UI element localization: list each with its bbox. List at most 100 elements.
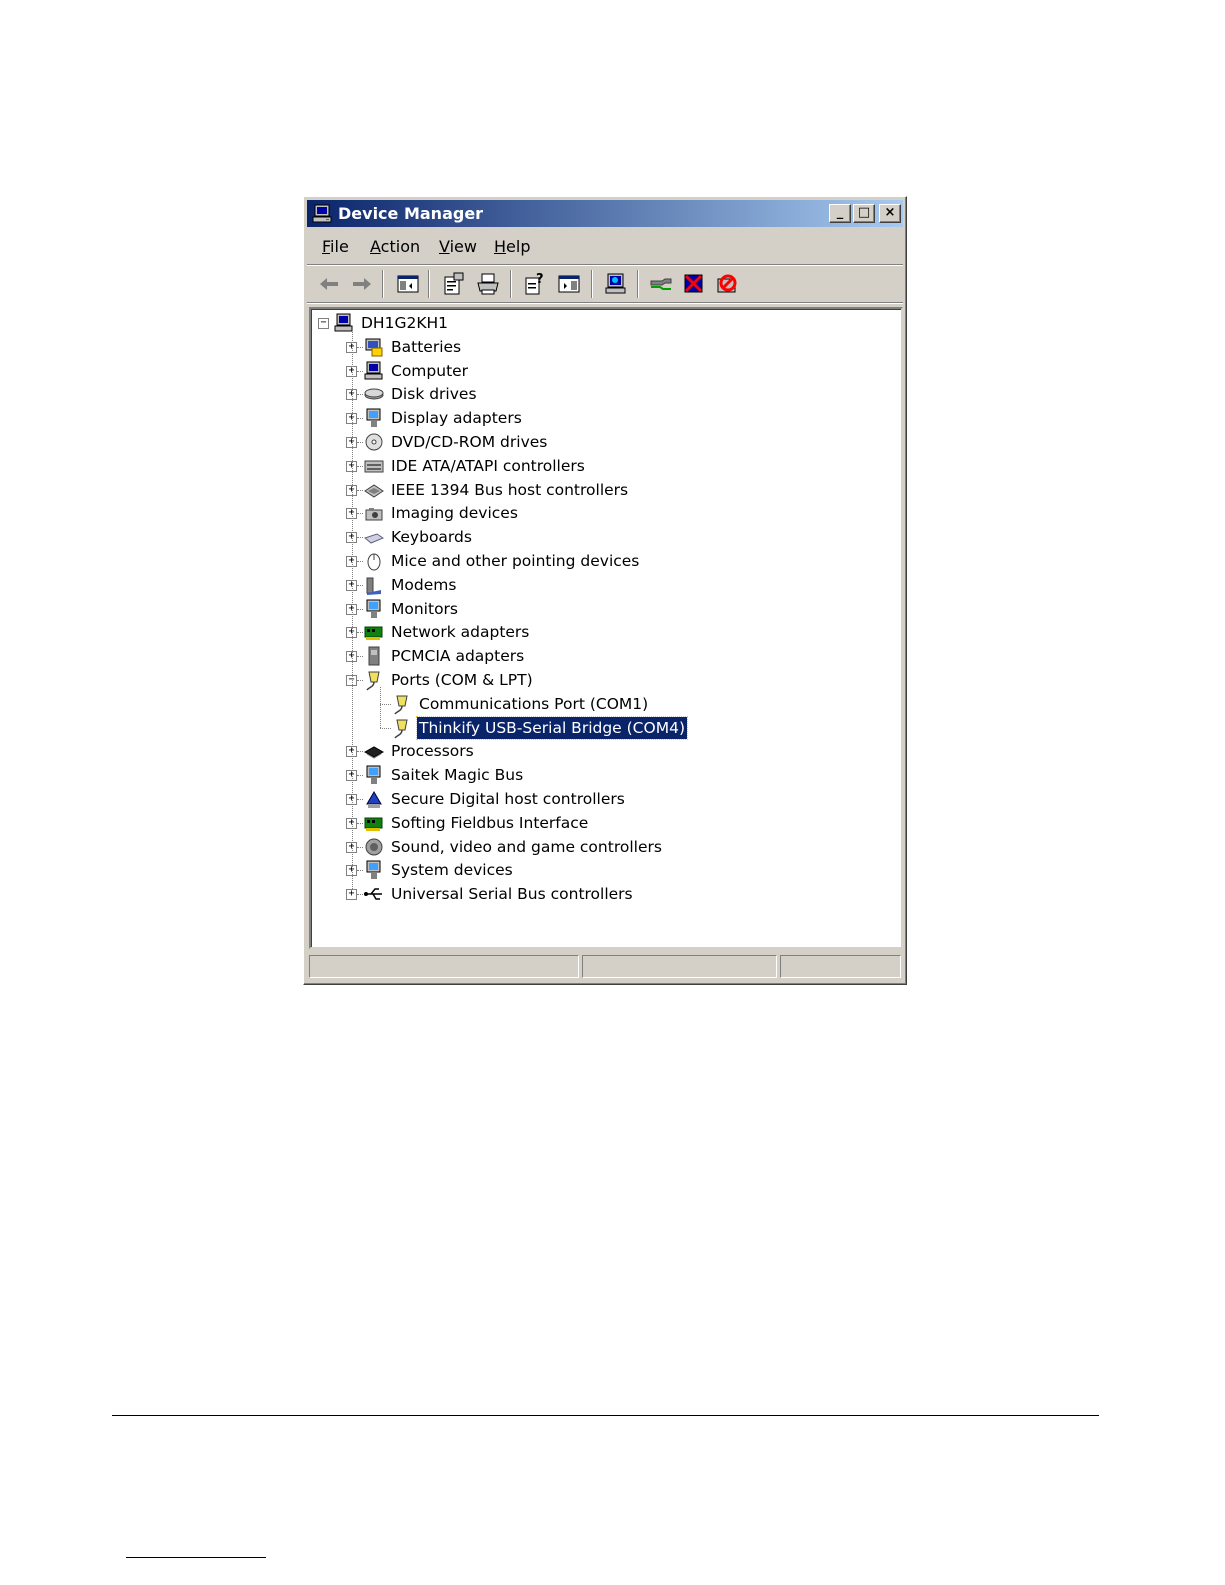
tree-category-label: Sound, video and game controllers (391, 837, 662, 856)
print-icon[interactable] (475, 271, 501, 297)
tree-category[interactable]: + Display adapters (311, 407, 901, 429)
tree-category-label: Softing Fieldbus Interface (391, 813, 589, 832)
tree-category[interactable]: − Ports (COM & LPT) (311, 669, 901, 691)
modem-icon (363, 574, 385, 596)
tree-category[interactable]: + Disk drives (311, 383, 901, 405)
system-device-icon (363, 859, 385, 881)
forward-icon[interactable] (349, 271, 375, 297)
status-panel (309, 955, 579, 978)
keyboard-icon (363, 526, 385, 548)
tree-category-label: Secure Digital host controllers (391, 790, 625, 808)
menu-file[interactable]: File (322, 237, 349, 257)
sd-controller-icon (363, 788, 385, 810)
tree-category[interactable]: + System devices (311, 859, 901, 881)
tree-category[interactable]: + Mice and other pointing devices (311, 550, 901, 572)
tree-category[interactable]: + Secure Digital host controllers (311, 788, 901, 810)
collapse-toggle[interactable]: − (318, 318, 329, 329)
tree-connector (380, 727, 391, 729)
battery-icon (363, 336, 385, 358)
tree-category[interactable]: + DVD/CD-ROM drives (311, 431, 901, 453)
menu-file-rest: ile (330, 237, 349, 256)
toolbar-separator (591, 270, 593, 298)
speaker-icon (363, 836, 385, 858)
tree-device[interactable]: Communications Port (COM1) (311, 693, 901, 715)
port-icon (391, 693, 413, 715)
toolbar-separator (637, 270, 639, 298)
display-adapter-icon (363, 407, 385, 429)
tree-category[interactable]: + PCMCIA adapters (311, 645, 901, 667)
maximize-button[interactable]: □ (853, 204, 875, 223)
tree-category[interactable]: + Network adapters (311, 621, 901, 643)
page-footer-rule (112, 1415, 1099, 1416)
tree-connector (380, 703, 391, 705)
toolbar-separator (428, 270, 430, 298)
tree-category[interactable]: + Saitek Magic Bus (311, 764, 901, 786)
tree-category[interactable]: + Keyboards (311, 526, 901, 548)
toolbar: ? (307, 266, 903, 303)
tree-category-label: IEEE 1394 Bus host controllers (391, 480, 629, 499)
tree-category-label: Universal Serial Bus controllers (391, 885, 633, 904)
tree-category-label: Monitors (391, 599, 458, 618)
system-device-icon (363, 764, 385, 786)
tree-category[interactable]: + Universal Serial Bus controllers (311, 883, 901, 905)
tree-connector (380, 686, 381, 728)
toolbar-separator (382, 270, 384, 298)
tree-category-label: Disk drives (391, 385, 477, 404)
tree-category[interactable]: + Processors (311, 740, 901, 762)
tree-category-label: DVD/CD-ROM drives (391, 433, 548, 451)
menu-view-rest: iew (449, 237, 477, 256)
disable-icon[interactable] (714, 271, 740, 297)
tree-category-label: Processors (391, 742, 474, 761)
tree-category[interactable]: + Batteries (311, 336, 901, 358)
tree-category[interactable]: + Sound, video and game controllers (311, 836, 901, 858)
port-icon (391, 717, 413, 739)
minimize-button[interactable]: _ (829, 204, 851, 223)
tree-category-label: IDE ATA/ATAPI controllers (391, 456, 585, 475)
tree-category-label: Network adapters (391, 623, 530, 642)
status-bar (307, 953, 903, 980)
tree-device-label: Communications Port (COM1) (419, 694, 649, 713)
svg-text:?: ? (536, 272, 544, 287)
tree-category-label: Batteries (391, 337, 462, 356)
expand-toggle[interactable]: + (346, 889, 357, 901)
cdrom-icon (363, 431, 385, 453)
show-hide-console-tree-icon[interactable] (395, 271, 421, 297)
computer-icon (333, 312, 355, 334)
network-card-icon (363, 621, 385, 643)
tree-category[interactable]: + Modems (311, 574, 901, 596)
tree-category-label: Keyboards (391, 528, 472, 547)
update-driver-icon[interactable] (648, 271, 674, 297)
menu-help[interactable]: Help (494, 237, 530, 257)
pcmcia-icon (363, 645, 385, 667)
tree-category[interactable]: + Imaging devices (311, 502, 901, 524)
disk-drive-icon (363, 383, 385, 405)
help-icon[interactable]: ? (522, 271, 548, 297)
tree-category[interactable]: + Monitors (311, 598, 901, 620)
menu-view[interactable]: View (439, 237, 477, 257)
firewire-icon (363, 479, 385, 501)
tree-device-selected[interactable]: Thinkify USB-Serial Bridge (COM4) (311, 715, 901, 740)
title-bar[interactable]: Device Manager _ □ × (307, 200, 903, 227)
scan-hardware-icon[interactable] (603, 271, 629, 297)
usb-icon (363, 883, 385, 905)
device-tree[interactable]: − DH1G2KH1 + Batteries + Computer + Disk drives… (309, 307, 903, 949)
back-icon[interactable] (316, 271, 342, 297)
tree-root[interactable]: − DH1G2KH1 (311, 312, 901, 334)
tree-category[interactable]: + IEEE 1394 Bus host controllers (311, 479, 901, 501)
menu-action-rest: ction (380, 237, 421, 256)
show-hide-action-pane-icon[interactable] (556, 271, 582, 297)
processor-icon (363, 740, 385, 762)
close-button[interactable]: × (879, 204, 901, 223)
menu-action[interactable]: Action (370, 237, 420, 257)
tree-category-label: Modems (391, 575, 457, 594)
tree-category[interactable]: + IDE ATA/ATAPI controllers (311, 455, 901, 477)
port-icon (363, 669, 385, 691)
menu-bar: File Action View Help (307, 230, 903, 265)
uninstall-icon[interactable] (681, 271, 707, 297)
tree-category-label: Mice and other pointing devices (391, 552, 640, 570)
tree-category-label: Saitek Magic Bus (391, 766, 524, 785)
tree-category[interactable]: + Softing Fieldbus Interface (311, 812, 901, 834)
tree-category[interactable]: + Computer (311, 360, 901, 382)
properties-icon[interactable] (440, 271, 466, 297)
tree-category-label: Display adapters (391, 409, 522, 428)
